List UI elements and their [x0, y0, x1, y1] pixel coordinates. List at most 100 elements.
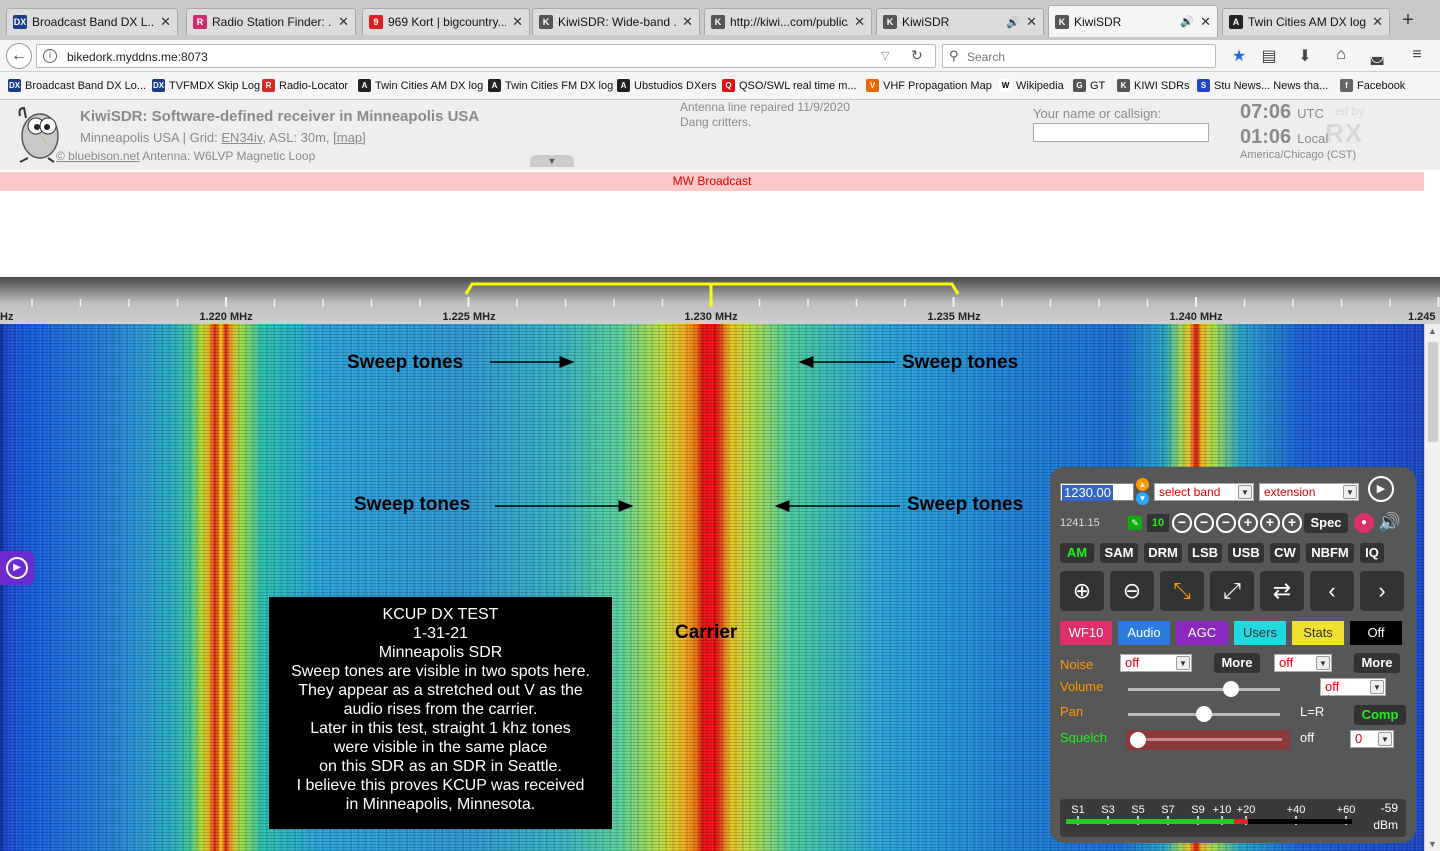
edit-icon[interactable]: ✎	[1128, 516, 1142, 530]
carrier-label: Carrier	[675, 622, 738, 643]
record-icon[interactable]: ●	[1354, 513, 1374, 533]
pan-label: Pan	[1060, 704, 1084, 719]
frequency-step: ▲ ▼	[1136, 478, 1150, 506]
s-meter-svg: S1 S3 S5 S7 S9 +10 +20 +40 +60 -59 dBm	[1066, 801, 1399, 832]
second-frequency: 1241.15	[1060, 517, 1100, 529]
s-meter-peak	[1234, 819, 1248, 824]
chevron-down-icon: ▼	[1316, 656, 1330, 670]
zoom-out-max-icon[interactable]: −	[1172, 513, 1192, 533]
squelch-dropdown[interactable]: 0 ▼	[1350, 730, 1394, 748]
pan-knob[interactable]	[1196, 706, 1212, 722]
s-meter-label: S1	[1071, 804, 1084, 816]
sweep-label-2: Sweep tones	[902, 352, 1019, 373]
mode-button-drm[interactable]: DRM	[1144, 543, 1182, 563]
step-up-icon[interactable]: ▲	[1136, 478, 1149, 491]
lr-label: L=R	[1300, 704, 1325, 719]
chevron-down-icon: ▼	[1343, 485, 1357, 499]
sweep-label-3: Sweep tones	[354, 494, 471, 515]
frequency-value: 1230.00	[1062, 485, 1113, 501]
shrink-passband-icon[interactable]: ⤡	[1160, 571, 1204, 611]
mode-button-iq[interactable]: IQ	[1360, 543, 1384, 563]
annotation-line: on this SDR as an SDR in Seattle.	[319, 758, 562, 775]
mode-button-cw[interactable]: CW	[1270, 543, 1300, 563]
s-meter-label: +60	[1337, 804, 1356, 816]
extension-text: extension	[1264, 485, 1316, 499]
side-panel-toggle[interactable]: ▶	[0, 551, 34, 585]
zoom-row: ✎ 10 − − − + + +	[1128, 513, 1304, 533]
squelch-slider[interactable]	[1126, 730, 1290, 750]
extension-dropdown[interactable]: extension ▼	[1259, 483, 1359, 501]
prev-icon[interactable]: ‹	[1310, 571, 1354, 611]
noise-label: Noise	[1060, 657, 1094, 672]
select-band-dropdown[interactable]: select band ▼	[1154, 483, 1254, 501]
pan-slider[interactable]	[1128, 706, 1280, 722]
panel-tab-users[interactable]: Users	[1234, 621, 1286, 645]
annotation-line: were visible in the same place	[333, 739, 548, 756]
tool-buttons: ⊕ ⊖ ⤡ ⤢ ⇄ ‹ ›	[1060, 571, 1410, 611]
zoom-in-magnifier-icon[interactable]: ⊕	[1060, 571, 1104, 611]
squelch-state: off	[1300, 730, 1315, 745]
mode-button-sam[interactable]: SAM	[1100, 543, 1138, 563]
noise2-dropdown[interactable]: off ▼	[1274, 654, 1332, 672]
annotation-text-box: KCUP DX TEST 1-31-21 Minneapolis SDR Sweep …	[269, 597, 612, 829]
noise-dropdown[interactable]: off ▼	[1120, 654, 1192, 672]
s-meter-unit: dBm	[1373, 818, 1398, 832]
frequency-input[interactable]: 1230.00	[1060, 483, 1134, 501]
annotation-line: Minneapolis SDR	[378, 644, 503, 661]
annotation-line: in Minneapolis, Minnesota.	[345, 796, 536, 813]
panel-tab-stats[interactable]: Stats	[1292, 621, 1344, 645]
noise-more-button[interactable]: More	[1214, 653, 1260, 673]
s-meter-bar	[1066, 819, 1234, 824]
noise2-more-button[interactable]: More	[1354, 653, 1400, 673]
noise2-value: off	[1279, 655, 1294, 670]
zoom-out-magnifier-icon[interactable]: ⊖	[1110, 571, 1154, 611]
volume-slider[interactable]	[1128, 681, 1280, 697]
play-button[interactable]: ▶	[1368, 476, 1394, 502]
s-meter-label: +40	[1287, 804, 1306, 816]
squelch-knob[interactable]	[1130, 732, 1146, 748]
s-meter-label: S7	[1161, 804, 1174, 816]
mode-button-lsb[interactable]: LSB	[1188, 543, 1222, 563]
s-meter-reading: -59	[1381, 801, 1399, 815]
mode-button-am[interactable]: AM	[1060, 543, 1094, 563]
zoom-in-small-icon[interactable]: +	[1238, 513, 1258, 533]
panel-tab-agc[interactable]: AGC	[1176, 621, 1228, 645]
chevron-down-icon: ▼	[1176, 656, 1190, 670]
annotation-line: 1-31-21	[412, 625, 469, 642]
sweep-label-1: Sweep tones	[347, 352, 464, 373]
zoom-in-icon[interactable]: +	[1260, 513, 1280, 533]
comp-button[interactable]: Comp	[1354, 705, 1406, 725]
mode-button-nbfm[interactable]: NBFM	[1306, 543, 1354, 563]
noise-value: off	[1125, 655, 1140, 670]
zoom-out-icon[interactable]: −	[1194, 513, 1214, 533]
annotation-line: Sweep tones are visible in two spots her…	[291, 663, 590, 680]
annotation-line: audio rises from the carrier.	[343, 701, 538, 718]
zoom-out-small-icon[interactable]: −	[1216, 513, 1236, 533]
squelch-track	[1132, 738, 1282, 741]
volume-knob[interactable]	[1223, 681, 1240, 697]
s-meter-label: S5	[1131, 804, 1144, 816]
zoom-level[interactable]: 10	[1147, 514, 1169, 532]
mode-button-usb[interactable]: USB	[1228, 543, 1264, 563]
panel-tab-off[interactable]: Off	[1350, 621, 1402, 645]
mode-buttons: AM SAM DRM LSB USB CW NBFM IQ	[1060, 543, 1390, 563]
zoom-in-max-icon[interactable]: +	[1282, 513, 1302, 533]
next-icon[interactable]: ›	[1360, 571, 1404, 611]
select-band-text: select band	[1159, 485, 1221, 499]
panel-tab-audio[interactable]: Audio	[1118, 621, 1170, 645]
annotation-line: KCUP DX TEST	[382, 606, 499, 623]
control-panel: 1230.00 ▲ ▼ select band ▼ extension ▼ ▶ 12…	[1050, 467, 1416, 843]
panel-tab-wf10[interactable]: WF10	[1060, 621, 1112, 645]
chevron-down-icon: ▼	[1370, 680, 1384, 694]
spec-button[interactable]: Spec	[1304, 513, 1348, 533]
s-meter-label: +20	[1237, 804, 1256, 816]
expand-passband-icon[interactable]: ⤢	[1210, 571, 1254, 611]
speaker-icon[interactable]: 🔊	[1378, 512, 1400, 533]
squelch-value: 0	[1355, 731, 1363, 746]
swap-icon[interactable]: ⇄	[1260, 571, 1304, 611]
s-meter-label: S3	[1101, 804, 1114, 816]
step-down-icon[interactable]: ▼	[1136, 492, 1149, 505]
volume-select-value: off	[1325, 679, 1340, 694]
annotation-line: I believe this proves KCUP was received	[296, 777, 585, 794]
volume-dropdown[interactable]: off ▼	[1320, 678, 1386, 696]
